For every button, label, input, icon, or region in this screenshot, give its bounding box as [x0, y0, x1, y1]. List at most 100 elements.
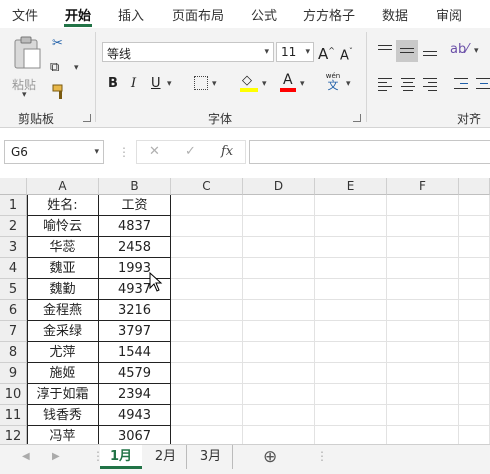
table-cell[interactable]: [243, 342, 315, 363]
shrink-font-button[interactable]: Aˇ: [340, 44, 353, 64]
chevron-down-icon[interactable]: ▾: [300, 79, 305, 89]
table-cell[interactable]: [387, 405, 459, 426]
table-cell[interactable]: [171, 426, 243, 444]
cell-salary[interactable]: 3216: [99, 300, 171, 321]
table-cell[interactable]: [387, 426, 459, 444]
table-cell[interactable]: [315, 216, 387, 237]
table-cell[interactable]: [459, 279, 490, 300]
table-cell[interactable]: [459, 258, 490, 279]
table-cell[interactable]: [387, 258, 459, 279]
table-cell[interactable]: [459, 321, 490, 342]
table-cell[interactable]: [459, 405, 490, 426]
table-cell[interactable]: [171, 258, 243, 279]
row-header[interactable]: 6: [0, 300, 27, 321]
sheet-tab-jan[interactable]: 1月: [100, 445, 142, 469]
font-name-select[interactable]: 等线 ▾: [102, 42, 274, 62]
cut-icon[interactable]: ✂: [52, 36, 63, 52]
add-sheet-icon[interactable]: ⊕: [263, 447, 277, 467]
row-header[interactable]: 9: [0, 363, 27, 384]
italic-button[interactable]: I: [131, 76, 136, 92]
cell-salary[interactable]: 2394: [99, 384, 171, 405]
table-cell[interactable]: [171, 216, 243, 237]
column-header-d[interactable]: D: [243, 178, 315, 195]
font-dialog-launcher[interactable]: [353, 114, 361, 122]
table-cell[interactable]: [315, 258, 387, 279]
row-header[interactable]: 3: [0, 237, 27, 258]
enter-icon[interactable]: ✓: [185, 144, 196, 159]
chevron-down-icon[interactable]: ▾: [262, 79, 267, 89]
table-cell[interactable]: [387, 321, 459, 342]
tab-file[interactable]: 文件: [12, 5, 38, 24]
cancel-icon[interactable]: ✕: [149, 144, 160, 159]
clipboard-dialog-launcher[interactable]: [83, 114, 91, 122]
cell-name[interactable]: 金采绿: [27, 321, 99, 342]
column-header-c[interactable]: C: [171, 178, 243, 195]
table-cell[interactable]: [315, 363, 387, 384]
table-cell[interactable]: [243, 426, 315, 444]
table-cell[interactable]: [243, 216, 315, 237]
table-cell[interactable]: [459, 363, 490, 384]
tab-formulas[interactable]: 公式: [251, 5, 277, 24]
table-cell[interactable]: [243, 363, 315, 384]
orientation-icon[interactable]: ab⁄: [450, 42, 468, 58]
cell-name[interactable]: 淳于如霜: [27, 384, 99, 405]
decrease-indent-button[interactable]: [452, 76, 470, 92]
phonetic-button[interactable]: wén 文: [324, 72, 342, 94]
cell-name[interactable]: 魏亚: [27, 258, 99, 279]
table-cell[interactable]: [315, 321, 387, 342]
table-cell[interactable]: [387, 237, 459, 258]
row-header[interactable]: 5: [0, 279, 27, 300]
table-cell[interactable]: [459, 237, 490, 258]
underline-button[interactable]: U: [151, 76, 161, 92]
tab-page-layout[interactable]: 页面布局: [172, 5, 224, 24]
table-cell[interactable]: [387, 195, 459, 216]
table-cell[interactable]: [243, 258, 315, 279]
table-cell[interactable]: [171, 405, 243, 426]
table-cell[interactable]: [459, 300, 490, 321]
table-cell[interactable]: [243, 237, 315, 258]
font-size-select[interactable]: 11 ▾: [276, 42, 314, 62]
cell-salary[interactable]: 4837: [99, 216, 171, 237]
cell-name[interactable]: 魏勤: [27, 279, 99, 300]
insert-function-button[interactable]: fx: [221, 144, 233, 159]
row-header[interactable]: 11: [0, 405, 27, 426]
chevron-down-icon[interactable]: ▾: [74, 63, 79, 73]
row-header[interactable]: 4: [0, 258, 27, 279]
chevron-down-icon[interactable]: ▾: [346, 79, 351, 89]
font-color-button[interactable]: A: [280, 72, 296, 94]
select-all-corner[interactable]: [0, 178, 27, 195]
align-left-button[interactable]: [376, 76, 394, 92]
align-right-button[interactable]: [421, 76, 439, 92]
table-cell[interactable]: [387, 363, 459, 384]
table-cell[interactable]: [459, 195, 490, 216]
tab-insert[interactable]: 插入: [118, 5, 144, 24]
cell-name[interactable]: 华蕊: [27, 237, 99, 258]
cell-name[interactable]: 金程燕: [27, 300, 99, 321]
table-cell[interactable]: [387, 342, 459, 363]
cell-name[interactable]: 姓名:: [27, 195, 99, 216]
chevron-down-icon[interactable]: ▾: [212, 79, 217, 89]
sheet-tab-mar[interactable]: 3月: [189, 445, 233, 469]
worksheet-grid[interactable]: A B C D E F 1 姓名: 工资 2 喻怜云 4837 3 华蕊 2458 4 魏亚 1993…: [0, 178, 490, 444]
cell-name[interactable]: 喻怜云: [27, 216, 99, 237]
table-cell[interactable]: [387, 384, 459, 405]
tab-review[interactable]: 审阅: [436, 5, 462, 24]
table-cell[interactable]: [459, 426, 490, 444]
grow-font-button[interactable]: A^: [318, 43, 335, 62]
align-top-button[interactable]: [376, 42, 394, 58]
cell-salary[interactable]: 3797: [99, 321, 171, 342]
table-cell[interactable]: [315, 300, 387, 321]
column-header-a[interactable]: A: [27, 178, 99, 195]
row-header[interactable]: 1: [0, 195, 27, 216]
chevron-down-icon[interactable]: ▾: [474, 46, 479, 56]
cell-name[interactable]: 钱香秀: [27, 405, 99, 426]
scroll-left-icon[interactable]: ◀: [22, 451, 30, 462]
table-cell[interactable]: [243, 195, 315, 216]
column-header-g[interactable]: [459, 178, 490, 195]
table-cell[interactable]: [243, 405, 315, 426]
table-cell[interactable]: [315, 405, 387, 426]
table-cell[interactable]: [315, 342, 387, 363]
formula-input[interactable]: [249, 140, 490, 164]
cell-name[interactable]: 冯苹: [27, 426, 99, 444]
table-cell[interactable]: [171, 195, 243, 216]
